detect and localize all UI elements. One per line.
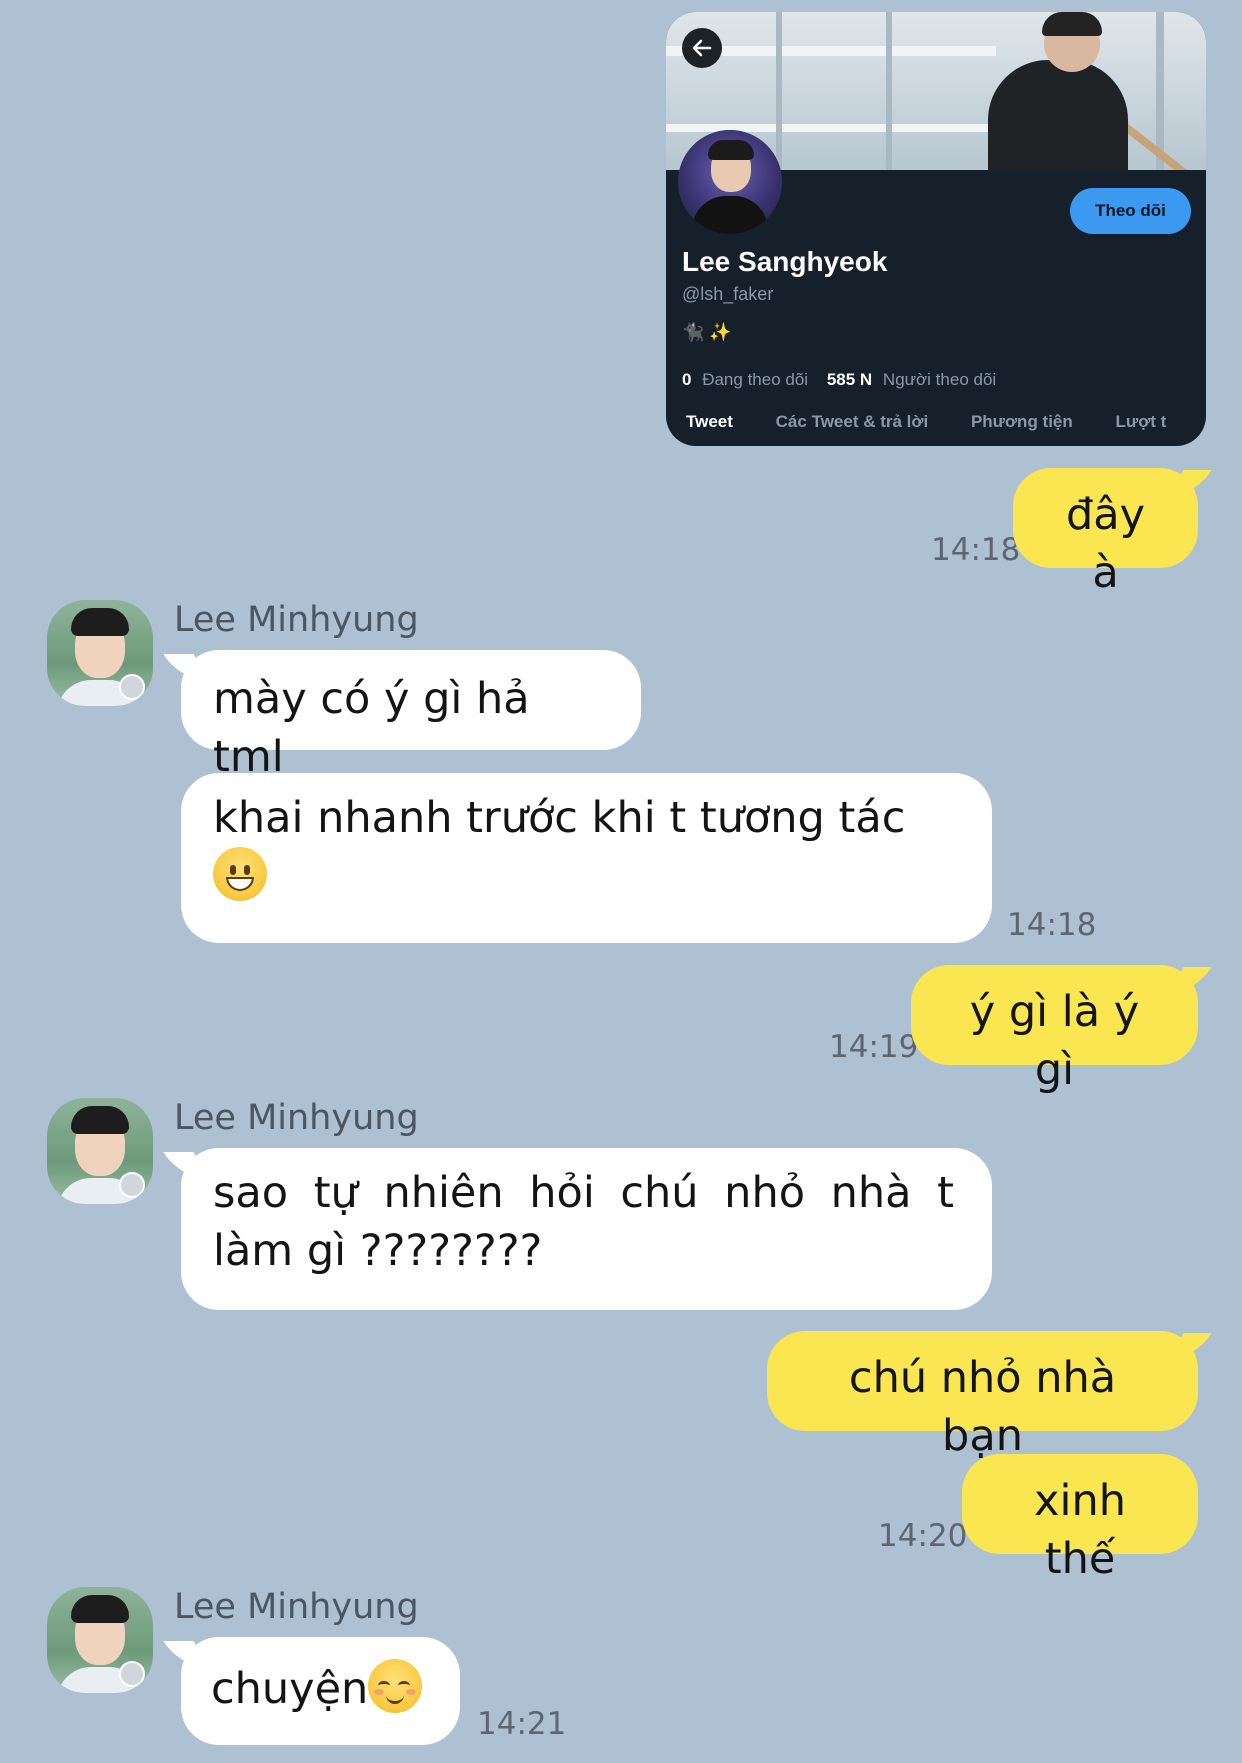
tab-tweets-replies[interactable]: Các Tweet & trả lời <box>776 412 929 431</box>
message-time: 14:21 <box>477 1706 567 1742</box>
message-time: 14:18 <box>1007 907 1097 943</box>
outgoing-message[interactable]: xinh thế <box>962 1454 1198 1584</box>
sender-name: Lee Minhyung <box>174 1098 419 1138</box>
follow-button[interactable]: Theo dõi <box>1070 188 1191 234</box>
sender-name: Lee Minhyung <box>174 1587 419 1627</box>
message-time: 14:18 <box>931 532 1021 568</box>
incoming-message[interactable]: khai nhanh trước khi t tương tác <box>181 773 992 943</box>
message-time: 14:19 <box>829 1029 919 1065</box>
outgoing-message[interactable]: ý gì là ý gì <box>911 965 1198 1095</box>
message-time: 14:20 <box>878 1518 968 1554</box>
grinning-face-emoji-icon <box>213 847 267 902</box>
message-text: chuyện <box>211 1664 369 1714</box>
profile-avatar <box>678 130 782 234</box>
tab-likes[interactable]: Lượt t <box>1116 412 1167 431</box>
incoming-message[interactable]: chuyện <box>181 1637 460 1745</box>
tab-media[interactable]: Phương tiện <box>971 412 1073 431</box>
profile-tabs: Tweet Các Tweet & trả lời Phương tiện Lư… <box>686 412 1204 432</box>
followers-count: 585 N <box>826 370 873 389</box>
message-text: khai nhanh trước khi t tương tác <box>213 793 906 843</box>
profile-handle: @lsh_faker <box>682 284 774 304</box>
outgoing-message[interactable]: đây à <box>1013 468 1198 598</box>
back-button[interactable] <box>682 28 722 68</box>
tab-tweet[interactable]: Tweet <box>686 412 733 431</box>
sender-avatar[interactable] <box>47 600 153 706</box>
relieved-face-emoji-icon <box>368 1659 423 1713</box>
sender-avatar[interactable] <box>47 1098 153 1204</box>
profile-name: Lee Sanghyeok <box>682 246 888 277</box>
sender-name: Lee Minhyung <box>174 600 419 640</box>
profile-stats: 0 Đang theo dõi 585 N Người theo dõi <box>682 370 996 390</box>
sender-avatar[interactable] <box>47 1587 153 1693</box>
incoming-message[interactable]: mày có ý gì hả tml <box>181 650 641 782</box>
outgoing-message[interactable]: chú nhỏ nhà bạn <box>767 1331 1198 1461</box>
following-count: 0 <box>682 370 692 389</box>
shared-profile-card[interactable]: Theo dõi Lee Sanghyeok @lsh_faker 🐈‍⬛ ✨ … <box>666 12 1206 446</box>
following-label: Đang theo dõi <box>702 370 809 389</box>
incoming-message[interactable]: sao tự nhiên hỏi chú nhỏ nhà t làm gì ??… <box>181 1148 992 1310</box>
profile-bio: 🐈‍⬛ ✨ <box>682 322 732 342</box>
arrow-left-icon <box>692 39 712 57</box>
followers-label: Người theo dõi <box>882 370 997 389</box>
